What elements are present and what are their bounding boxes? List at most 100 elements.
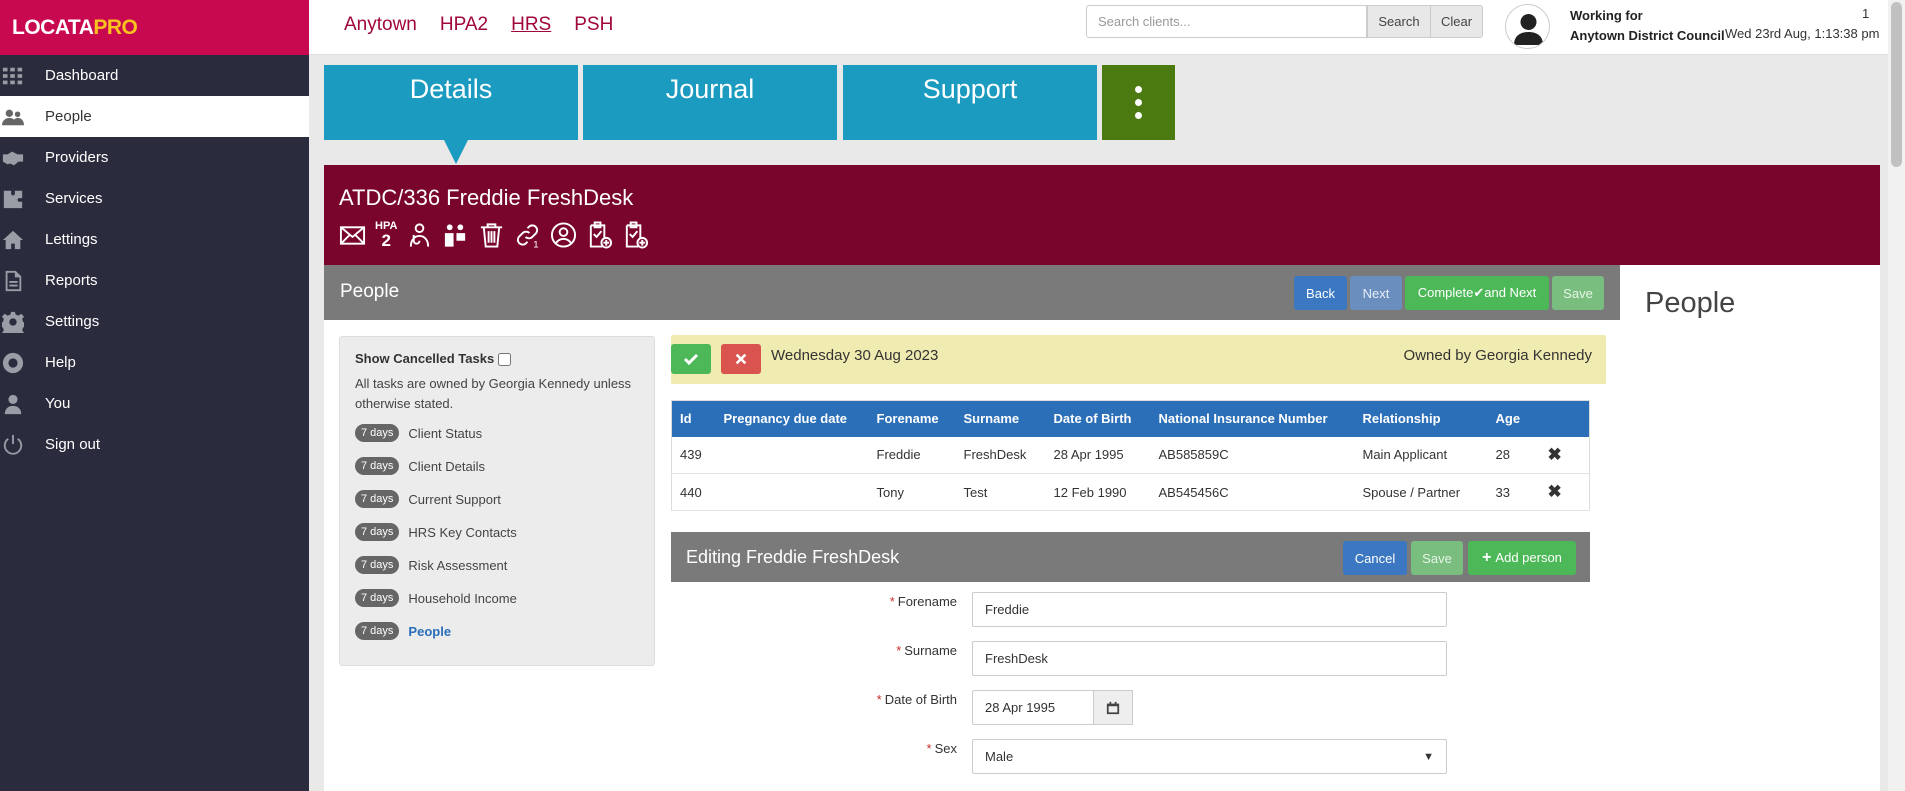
sidebar-item-label: Sign out bbox=[45, 436, 101, 453]
more-tabs-button[interactable] bbox=[1102, 65, 1175, 140]
user-circle-icon[interactable] bbox=[550, 221, 577, 249]
scrollbar-thumb[interactable] bbox=[1891, 2, 1902, 167]
sidebar-item-settings[interactable]: Settings bbox=[0, 301, 309, 342]
link-icon[interactable]: 1 bbox=[514, 221, 541, 249]
column-header[interactable]: Pregnancy due date bbox=[715, 400, 869, 437]
column-header[interactable]: National Insurance Number bbox=[1150, 400, 1355, 437]
task-label: Household Income bbox=[408, 590, 517, 606]
task-item[interactable]: 7 days Household Income bbox=[355, 589, 517, 607]
clipboard-check-add-icon[interactable] bbox=[622, 221, 649, 249]
calendar-button[interactable] bbox=[1093, 690, 1133, 725]
sex-label: * Sex bbox=[757, 741, 957, 756]
task-item[interactable]: 7 days Risk Assessment bbox=[355, 556, 507, 574]
home-icon bbox=[0, 229, 45, 251]
handshake-icon bbox=[0, 147, 45, 169]
tab-details[interactable]: Details bbox=[324, 65, 578, 140]
show-cancelled-toggle[interactable]: Show Cancelled Tasks bbox=[355, 351, 512, 367]
people-panel-header: People Back Next Complete✔and Next Save bbox=[324, 265, 1620, 320]
sidebar-nav: Dashboard People Providers Services Lett… bbox=[0, 55, 309, 465]
complete-task-button[interactable] bbox=[671, 344, 711, 374]
dob-field[interactable]: 28 Apr 1995 bbox=[972, 690, 1094, 725]
hpa2-icon[interactable]: HPA 2 bbox=[375, 221, 397, 250]
check-icon bbox=[683, 353, 699, 366]
people-icon bbox=[0, 106, 45, 128]
notification-count[interactable]: 1 bbox=[1862, 6, 1869, 21]
envelope-icon[interactable] bbox=[339, 221, 366, 249]
due-badge: 7 days bbox=[355, 523, 400, 541]
column-header[interactable]: Relationship bbox=[1354, 400, 1488, 437]
column-header[interactable]: Surname bbox=[955, 400, 1046, 437]
tab-journal[interactable]: Journal bbox=[583, 65, 837, 140]
forename-field[interactable]: Freddie bbox=[972, 592, 1447, 627]
cancel-task-button[interactable] bbox=[721, 344, 761, 374]
sidebar: LOCATA PRO Dashboard People Providers Ser… bbox=[0, 0, 309, 791]
forename-label: * Forename bbox=[757, 594, 957, 609]
column-header[interactable]: Forename bbox=[868, 400, 956, 437]
org-link-hrs[interactable]: HRS bbox=[511, 14, 551, 36]
sidebar-item-help[interactable]: Help bbox=[0, 342, 309, 383]
task-item[interactable]: 7 days Current Support bbox=[355, 490, 501, 508]
org-link-anytown[interactable]: Anytown bbox=[344, 14, 417, 36]
due-badge: 7 days bbox=[355, 424, 400, 442]
column-header[interactable]: Age bbox=[1487, 400, 1540, 437]
trash-icon[interactable] bbox=[478, 221, 505, 249]
show-cancelled-checkbox[interactable] bbox=[498, 353, 512, 367]
task-item[interactable]: 7 days Client Details bbox=[355, 457, 485, 475]
save-button[interactable]: Save bbox=[1552, 276, 1604, 310]
column-header[interactable]: Id bbox=[671, 400, 716, 437]
working-for-label: Working for bbox=[1570, 8, 1643, 23]
column-header[interactable]: Date of Birth bbox=[1045, 400, 1151, 437]
avatar[interactable] bbox=[1505, 4, 1550, 49]
complete-label: Complete bbox=[1417, 285, 1474, 300]
required-marker: * bbox=[926, 741, 932, 756]
stethoscope-icon[interactable] bbox=[406, 221, 433, 249]
sidebar-item-people[interactable]: People bbox=[0, 96, 309, 137]
power-icon bbox=[0, 434, 45, 456]
sidebar-item-lettings[interactable]: Lettings bbox=[0, 219, 309, 260]
back-button[interactable]: Back bbox=[1294, 276, 1347, 310]
clipboard-add-icon[interactable] bbox=[586, 221, 613, 249]
sidebar-item-label: Dashboard bbox=[45, 67, 119, 84]
save-person-button[interactable]: Save bbox=[1411, 541, 1463, 575]
scrollbar[interactable] bbox=[1888, 0, 1905, 791]
field-label-text: Forename bbox=[897, 594, 957, 609]
surname-field[interactable]: FreshDesk bbox=[972, 641, 1447, 676]
cell-forename: Tony bbox=[868, 473, 956, 511]
cell-surname: Test bbox=[955, 473, 1046, 511]
next-button[interactable]: Next bbox=[1350, 276, 1402, 310]
field-label-text: Date of Birth bbox=[884, 692, 957, 707]
check-icon: ✔ bbox=[1473, 285, 1485, 300]
user-icon bbox=[0, 393, 45, 415]
cell-surname: FreshDesk bbox=[955, 436, 1046, 474]
delete-row-icon[interactable]: ✖ bbox=[1548, 445, 1562, 464]
sidebar-item-reports[interactable]: Reports bbox=[0, 260, 309, 301]
org-link-psh[interactable]: PSH bbox=[574, 14, 613, 36]
cancel-button[interactable]: Cancel bbox=[1343, 541, 1407, 575]
sex-select[interactable]: Male ▼ bbox=[972, 739, 1447, 774]
table-row[interactable]: 440 Tony Test 12 Feb 1990 AB545456C Spou… bbox=[671, 473, 1590, 511]
sidebar-item-dashboard[interactable]: Dashboard bbox=[0, 55, 309, 96]
sidebar-item-providers[interactable]: Providers bbox=[0, 137, 309, 178]
task-item[interactable]: 7 days Client Status bbox=[355, 424, 482, 442]
complete-and-next-button[interactable]: Complete✔and Next bbox=[1405, 276, 1549, 310]
family-icon[interactable] bbox=[442, 221, 469, 249]
cell-id: 439 bbox=[671, 436, 716, 474]
right-panel-title: People bbox=[1645, 287, 1736, 319]
task-item[interactable]: 7 days HRS Key Contacts bbox=[355, 523, 517, 541]
delete-row-icon[interactable]: ✖ bbox=[1548, 482, 1562, 501]
sidebar-item-you[interactable]: You bbox=[0, 383, 309, 424]
sidebar-item-sign-out[interactable]: Sign out bbox=[0, 424, 309, 465]
clear-button[interactable]: Clear bbox=[1430, 5, 1483, 38]
search-input[interactable] bbox=[1086, 5, 1367, 38]
logo[interactable]: LOCATA PRO bbox=[0, 0, 309, 55]
search-button[interactable]: Search bbox=[1367, 5, 1431, 38]
sidebar-item-label: Settings bbox=[45, 313, 100, 330]
sidebar-item-services[interactable]: Services bbox=[0, 178, 309, 219]
task-item-active[interactable]: 7 days People bbox=[355, 622, 451, 640]
council-name: Anytown District Council bbox=[1570, 28, 1725, 43]
table-row[interactable]: 439 Freddie FreshDesk 28 Apr 1995 AB5858… bbox=[671, 436, 1590, 474]
tab-support[interactable]: Support bbox=[843, 65, 1097, 140]
org-link-hpa2[interactable]: HPA2 bbox=[440, 14, 488, 36]
task-note: All tasks are owned by Georgia Kennedy u… bbox=[355, 376, 632, 411]
add-person-button[interactable]: + Add person bbox=[1468, 541, 1576, 575]
